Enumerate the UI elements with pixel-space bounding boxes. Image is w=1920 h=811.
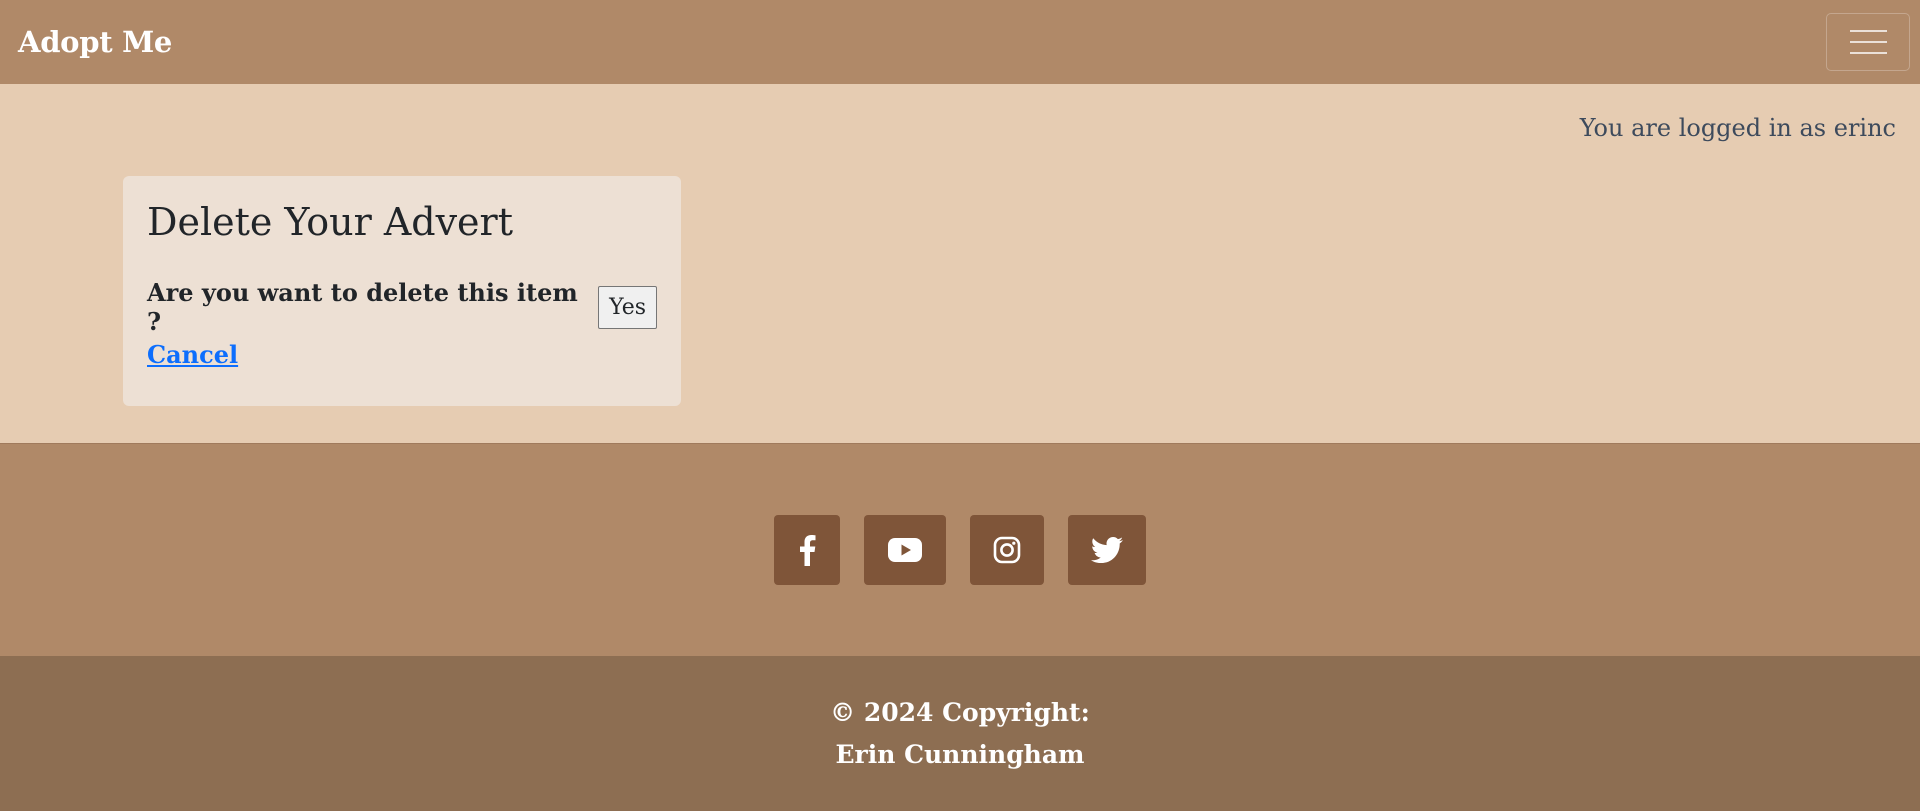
youtube-button[interactable] [864,515,946,585]
footer: © 2024 Copyright: Erin Cunningham [0,656,1920,811]
hamburger-menu-icon [1849,41,1887,43]
confirm-row: Are you want to delete this item ? Yes [147,278,657,336]
yes-button[interactable]: Yes [598,285,657,329]
author-name: Erin Cunningham [835,739,1085,769]
delete-advert-card: Delete Your Advert Are you want to delet… [123,176,681,406]
copyright-text: © 2024 Copyright: [830,697,1090,727]
social-links [0,443,1920,656]
main-content: You are logged in as erinc Delete Your A… [0,84,1920,443]
menu-toggle-button[interactable] [1826,13,1910,71]
instagram-icon [993,536,1021,564]
cancel-link[interactable]: Cancel [147,340,238,369]
hamburger-menu-icon [1849,30,1887,32]
facebook-button[interactable] [774,515,840,585]
confirm-question: Are you want to delete this item ? [147,278,578,336]
twitter-button[interactable] [1068,515,1146,585]
login-status: You are logged in as erinc [1579,114,1896,142]
youtube-icon [888,538,922,562]
navbar: Adopt Me [0,0,1920,84]
twitter-icon [1091,537,1123,563]
instagram-button[interactable] [970,515,1044,585]
brand-link[interactable]: Adopt Me [18,25,172,59]
card-title: Delete Your Advert [147,200,513,244]
hamburger-menu-icon [1849,52,1887,54]
facebook-icon [800,535,816,566]
